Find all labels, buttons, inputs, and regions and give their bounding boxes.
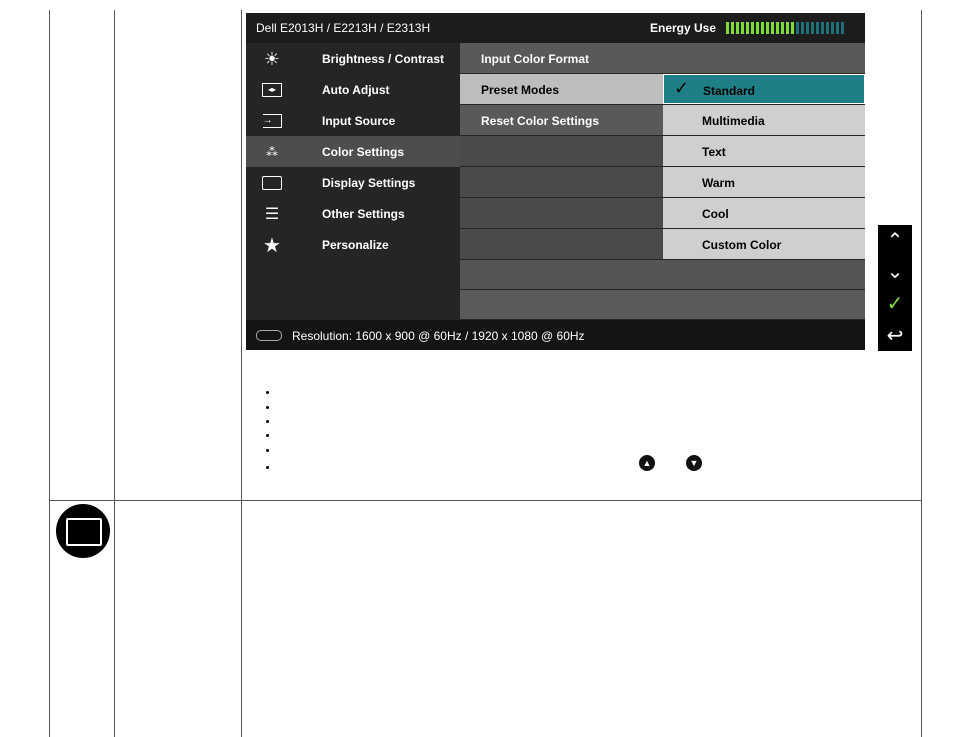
energy-bar (821, 22, 824, 34)
energy-use-meter (726, 22, 844, 34)
menu-item-label: Brightness / Contrast (322, 52, 445, 66)
osd-button-strip: ⌃ ⌄ ✓ ↩ (878, 225, 912, 351)
submenu-empty-row (460, 167, 663, 197)
osd-empty-row (460, 290, 865, 319)
down-button-icon: ▼ (686, 455, 702, 471)
option-label: Cool (702, 207, 729, 221)
option-empty-row (663, 43, 865, 73)
energy-bar (806, 22, 809, 34)
energy-bar (836, 22, 839, 34)
display-settings-icon (56, 504, 110, 558)
energy-bar (796, 22, 799, 34)
menu-item-label: Other Settings (322, 207, 405, 221)
energy-bar (826, 22, 829, 34)
bullet (266, 420, 269, 423)
osd-menu: Dell E2013H / E2213H / E2313H Energy Use… (246, 13, 865, 350)
resolution-text: Resolution: 1600 x 900 @ 60Hz / 1920 x 1… (292, 329, 585, 343)
energy-bar (751, 22, 754, 34)
submenu-empty-row (460, 229, 663, 259)
energy-bar (766, 22, 769, 34)
check-icon: ✓ (674, 78, 690, 98)
down-icon[interactable]: ⌄ (878, 256, 912, 287)
bullet (266, 449, 269, 452)
menu-item-input-source[interactable]: → Input Source (246, 105, 460, 136)
energy-bar (841, 22, 844, 34)
option-label: Multimedia (702, 114, 765, 128)
energy-bar (781, 22, 784, 34)
table-row-divider (49, 500, 922, 501)
energy-bar (791, 22, 794, 34)
bullet (266, 434, 269, 437)
auto-adjust-icon: ◂▸ (260, 80, 284, 100)
table-border-col2 (241, 10, 242, 737)
energy-bar (756, 22, 759, 34)
menu-item-other-settings[interactable]: ☰ Other Settings (246, 198, 460, 229)
menu-item-auto-adjust[interactable]: ◂▸ Auto Adjust (246, 74, 460, 105)
energy-bar (786, 22, 789, 34)
energy-bar (811, 22, 814, 34)
option-label: Standard (703, 84, 756, 98)
menu-item-label: Color Settings (322, 145, 405, 159)
menu-item-label: Personalize (322, 238, 389, 252)
osd-footer: Resolution: 1600 x 900 @ 60Hz / 1920 x 1… (246, 320, 865, 350)
table-border-right (921, 10, 922, 737)
brightness-icon: ☀ (263, 48, 281, 69)
submenu-label: Input Color Format (481, 52, 589, 66)
submenu-empty-row (460, 198, 663, 228)
submenu-preset-modes[interactable]: Preset Modes (460, 74, 663, 104)
energy-bar (776, 22, 779, 34)
osd-empty-row (460, 260, 865, 289)
bullet (266, 391, 269, 394)
menu-item-label: Display Settings (322, 176, 416, 190)
menu-item-label: Auto Adjust (322, 83, 390, 97)
color-settings-icon: ⁂ (266, 145, 278, 159)
menu-item-brightness-contrast[interactable]: ☀ Brightness / Contrast (246, 43, 460, 74)
table-border-left (49, 10, 50, 737)
table-border-col1 (114, 10, 115, 737)
energy-bar (831, 22, 834, 34)
energy-bar (726, 22, 729, 34)
option-standard[interactable]: ✓ Standard (663, 74, 865, 104)
option-custom-color[interactable]: Custom Color (663, 229, 865, 259)
energy-bar (761, 22, 764, 34)
star-icon: ★ (263, 234, 281, 257)
menu-item-label: Input Source (322, 114, 396, 128)
energy-bar (746, 22, 749, 34)
check-icon[interactable]: ✓ (878, 288, 912, 319)
option-label: Custom Color (702, 238, 782, 252)
display-settings-icon (260, 173, 284, 193)
menu-item-personalize[interactable]: ★ Personalize (246, 229, 460, 260)
osd-header: Dell E2013H / E2213H / E2313H Energy Use (246, 13, 865, 43)
submenu-input-color-format[interactable]: Input Color Format (460, 43, 663, 73)
option-warm[interactable]: Warm (663, 167, 865, 197)
submenu-reset-color-settings[interactable]: Reset Color Settings (460, 105, 663, 135)
option-text[interactable]: Text (663, 136, 865, 166)
energy-use-label: Energy Use (650, 21, 717, 35)
back-icon[interactable]: ↩ (878, 320, 912, 351)
energy-bar (736, 22, 739, 34)
energy-bar (741, 22, 744, 34)
up-icon[interactable]: ⌃ (878, 225, 912, 256)
submenu-label: Reset Color Settings (481, 114, 600, 128)
option-label: Warm (702, 176, 735, 190)
energy-bar (801, 22, 804, 34)
energy-bar (816, 22, 819, 34)
bullet (266, 466, 269, 469)
option-cool[interactable]: Cool (663, 198, 865, 228)
energy-bar (771, 22, 774, 34)
submenu-empty-row (460, 136, 663, 166)
menu-item-color-settings[interactable]: ⁂ Color Settings (246, 136, 460, 167)
energy-bar (731, 22, 734, 34)
menu-item-display-settings[interactable]: Display Settings (246, 167, 460, 198)
other-settings-icon: ☰ (264, 206, 280, 223)
input-source-icon: → (260, 111, 284, 131)
bullet (266, 406, 269, 409)
osd-title: Dell E2013H / E2213H / E2313H (256, 21, 431, 35)
option-label: Text (702, 145, 726, 159)
up-button-icon: ▲ (639, 455, 655, 471)
option-multimedia[interactable]: Multimedia (663, 105, 865, 135)
vga-connector-icon (256, 330, 282, 341)
submenu-label: Preset Modes (481, 83, 560, 97)
